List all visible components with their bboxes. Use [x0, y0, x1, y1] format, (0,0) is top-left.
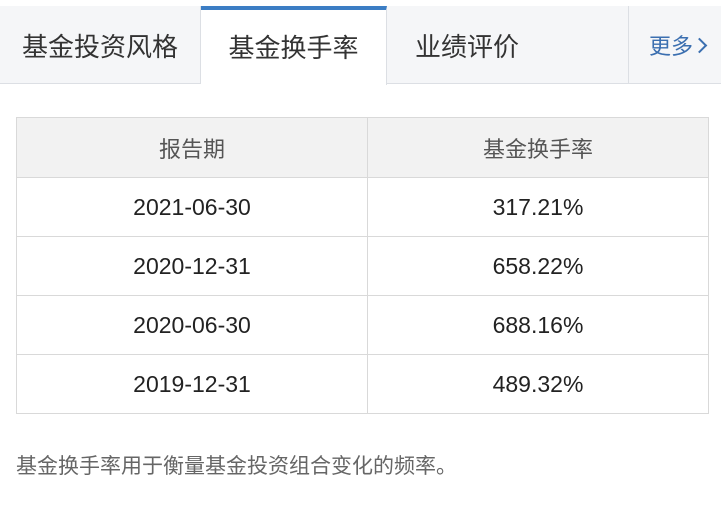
cell-period: 2020-06-30	[16, 295, 368, 355]
table-row: 2020-06-30 688.16%	[16, 295, 709, 355]
column-header-period: 报告期	[16, 117, 368, 178]
more-link-label: 更多	[649, 35, 694, 60]
tab-investment-style-label: 基金投资风格	[21, 32, 178, 63]
cell-turnover-rate: 658.22%	[367, 236, 709, 296]
tab-fund-turnover[interactable]: 基金换手率	[201, 6, 387, 85]
chevron-right-icon	[691, 37, 708, 53]
tab-bar: 基金投资风格 基金换手率 业绩评价 更多	[0, 6, 721, 85]
cell-turnover-rate: 688.16%	[367, 295, 709, 355]
cell-period: 2020-12-31	[16, 236, 368, 296]
cell-turnover-rate: 489.32%	[367, 354, 709, 414]
turnover-description: 基金换手率用于衡量基金投资组合变化的频率。	[16, 454, 457, 478]
tab-investment-style[interactable]: 基金投资风格	[0, 6, 201, 84]
tab-performance[interactable]: 业绩评价	[387, 6, 547, 84]
column-header-turnover: 基金换手率	[367, 117, 709, 178]
tab-performance-label: 业绩评价	[414, 32, 519, 63]
cell-turnover-rate: 317.21%	[367, 177, 709, 237]
tab-fund-turnover-label: 基金换手率	[228, 34, 359, 64]
more-link[interactable]: 更多	[628, 6, 721, 84]
turnover-table: 报告期 基金换手率 2021-06-30 317.21% 2020-12-31 …	[16, 117, 709, 414]
cell-period: 2019-12-31	[16, 354, 368, 414]
table-row: 2021-06-30 317.21%	[16, 177, 709, 237]
table-row: 2019-12-31 489.32%	[16, 354, 709, 414]
table-row: 2020-12-31 658.22%	[16, 236, 709, 296]
table-header-row: 报告期 基金换手率	[16, 117, 709, 178]
cell-period: 2021-06-30	[16, 177, 368, 237]
